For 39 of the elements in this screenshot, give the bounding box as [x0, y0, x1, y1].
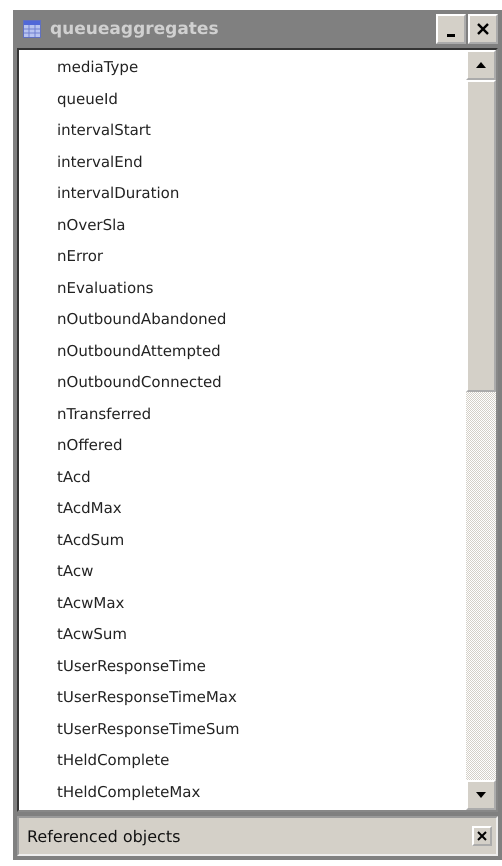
window-title: queueaggregates — [50, 19, 220, 39]
field-item[interactable]: tAcwSum — [57, 619, 466, 650]
field-item[interactable]: tHeldComplete — [57, 745, 466, 776]
close-button[interactable] — [468, 14, 498, 44]
field-item[interactable]: mediaType — [57, 52, 466, 84]
arrow-up-icon — [475, 61, 487, 69]
field-item[interactable]: nError — [57, 241, 466, 272]
field-item[interactable]: tUserResponseTimeMax — [57, 682, 466, 714]
field-item[interactable]: intervalDuration — [57, 178, 466, 210]
close-icon — [476, 22, 490, 36]
field-item[interactable]: intervalStart — [57, 115, 466, 146]
scroll-down-button[interactable] — [466, 780, 496, 810]
field-item[interactable]: intervalEnd — [57, 146, 466, 178]
arrow-down-icon — [475, 791, 487, 799]
field-item[interactable]: nOutboundConnected — [57, 367, 466, 398]
field-item[interactable]: nTransferred — [57, 398, 466, 430]
field-item[interactable]: nOffered — [57, 430, 466, 462]
field-item[interactable]: tUserResponseTime — [57, 650, 466, 682]
field-item[interactable]: tAcw — [57, 556, 466, 588]
scroll-up-button[interactable] — [466, 50, 496, 80]
scrollbar[interactable] — [466, 50, 496, 810]
field-item[interactable]: tUserResponseTimeSum — [57, 714, 466, 745]
field-item[interactable]: queueId — [57, 84, 466, 115]
field-item[interactable]: tAcdMax — [57, 493, 466, 524]
field-item[interactable]: nEvaluations — [57, 272, 466, 304]
field-item[interactable]: tAcd — [57, 462, 466, 493]
field-item[interactable]: tAcdSum — [57, 524, 466, 556]
field-item[interactable]: nOutboundAbandoned — [57, 304, 466, 336]
minimize-icon — [447, 34, 455, 36]
scroll-thumb[interactable] — [466, 80, 496, 392]
field-item[interactable]: tAcwMax — [57, 588, 466, 619]
field-item[interactable]: nOverSla — [57, 210, 466, 241]
table-icon — [23, 20, 41, 38]
minimize-button[interactable] — [436, 14, 466, 44]
field-item[interactable]: nOutboundAttempted — [57, 336, 466, 367]
status-label: Referenced objects — [27, 826, 182, 846]
close-button[interactable] — [472, 826, 492, 846]
close-icon — [477, 831, 487, 841]
field-item[interactable]: tHeldCompleteMax — [57, 776, 466, 808]
